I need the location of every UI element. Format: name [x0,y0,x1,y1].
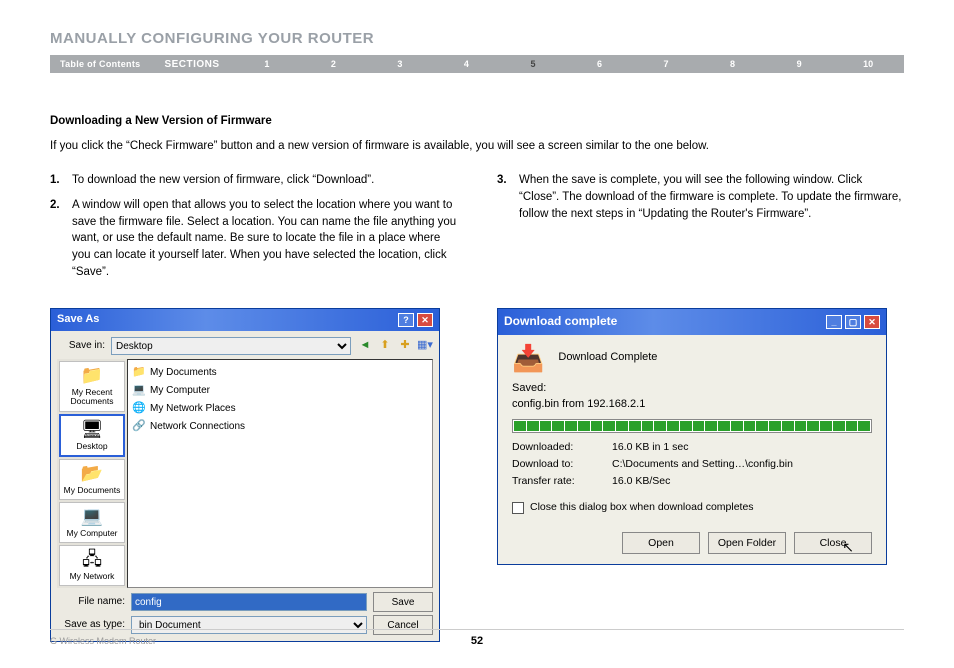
new-folder-icon[interactable]: ✚ [397,338,413,354]
section-1[interactable]: 1 [258,59,275,69]
section-5-active[interactable]: 5 [524,59,541,69]
open-folder-button[interactable]: Open Folder [708,532,786,554]
toc-link[interactable]: Table of Contents [50,59,150,69]
section-3[interactable]: 3 [391,59,408,69]
download-complete-dialog: Download complete _ ▢ ✕ 📥 Download Compl… [497,308,887,564]
intro-text: If you click the “Check Firmware” button… [50,138,904,155]
sidebar-desktop[interactable]: 🖥Desktop [59,414,125,457]
save-as-dialog: Save As ? ✕ Save in: Desktop [50,308,440,642]
sidebar-documents[interactable]: 📂My Documents [59,459,125,500]
close-checkbox-label: Close this dialog box when download comp… [530,500,754,515]
section-9[interactable]: 9 [791,59,808,69]
savein-label: Save in: [57,339,105,354]
filename-label: File name: [57,595,125,610]
section-10[interactable]: 10 [857,59,879,69]
view-icon[interactable]: ▦▾ [417,338,433,354]
list-item[interactable]: 📁My Documents [132,364,428,382]
file-list[interactable]: 📁My Documents 💻My Computer 🌐My Network P… [127,359,433,588]
dc-heading: Download Complete [558,350,657,366]
step-3: 3. When the save is complete, you will s… [497,172,904,222]
save-dialog-title: Save As [57,312,99,328]
sections-label: SECTIONS [150,59,233,70]
back-icon[interactable]: ◄ [357,338,373,354]
downloadto-value: C:\Documents and Setting…\config.bin [612,457,793,472]
page-number: 52 [471,635,483,647]
savein-select[interactable]: Desktop [111,337,351,355]
downloadto-label: Download to: [512,457,612,472]
download-icon: 📥 [512,345,544,371]
up-icon[interactable]: ⬆ [377,338,393,354]
section-8[interactable]: 8 [724,59,741,69]
save-button[interactable]: Save [373,592,433,612]
open-button[interactable]: Open [622,532,700,554]
list-item[interactable]: 💻My Computer [132,382,428,400]
section-2[interactable]: 2 [325,59,342,69]
product-name: G Wireless Modem Router [50,636,156,646]
section-4[interactable]: 4 [458,59,475,69]
section-nav: Table of Contents SECTIONS 1 2 3 4 5 6 7… [50,55,904,73]
minimize-icon[interactable]: _ [826,315,842,329]
sidebar-computer[interactable]: 💻My Computer [59,502,125,543]
close-icon[interactable]: ✕ [417,313,433,327]
filename-input[interactable] [131,593,367,611]
downloaded-value: 16.0 KB in 1 sec [612,440,688,455]
page-title: MANUALLY CONFIGURING YOUR ROUTER [50,30,904,47]
step-1: 1. To download the new version of firmwa… [50,172,457,189]
saved-value: config.bin from 192.168.2.1 [512,397,872,413]
help-icon[interactable]: ? [398,313,414,327]
rate-value: 16.0 KB/Sec [612,474,670,489]
downloaded-label: Downloaded: [512,440,612,455]
saved-label: Saved: [512,381,872,397]
close-icon[interactable]: ✕ [864,315,880,329]
close-checkbox[interactable] [512,502,524,514]
maximize-icon[interactable]: ▢ [845,315,861,329]
dc-title: Download complete [504,313,617,330]
progress-bar [512,419,872,433]
page-footer: G Wireless Modem Router 52 [50,629,904,646]
sidebar-recent[interactable]: 📁My Recent Documents [59,361,125,411]
section-title: Downloading a New Version of Firmware [50,113,904,130]
list-item[interactable]: 🌐My Network Places [132,400,428,418]
step-2: 2. A window will open that allows you to… [50,197,457,280]
rate-label: Transfer rate: [512,474,612,489]
list-item[interactable]: 🔗Network Connections [132,418,428,436]
section-6[interactable]: 6 [591,59,608,69]
sidebar-network[interactable]: 🖧My Network [59,545,125,586]
close-button[interactable]: Close [794,532,872,554]
section-7[interactable]: 7 [658,59,675,69]
